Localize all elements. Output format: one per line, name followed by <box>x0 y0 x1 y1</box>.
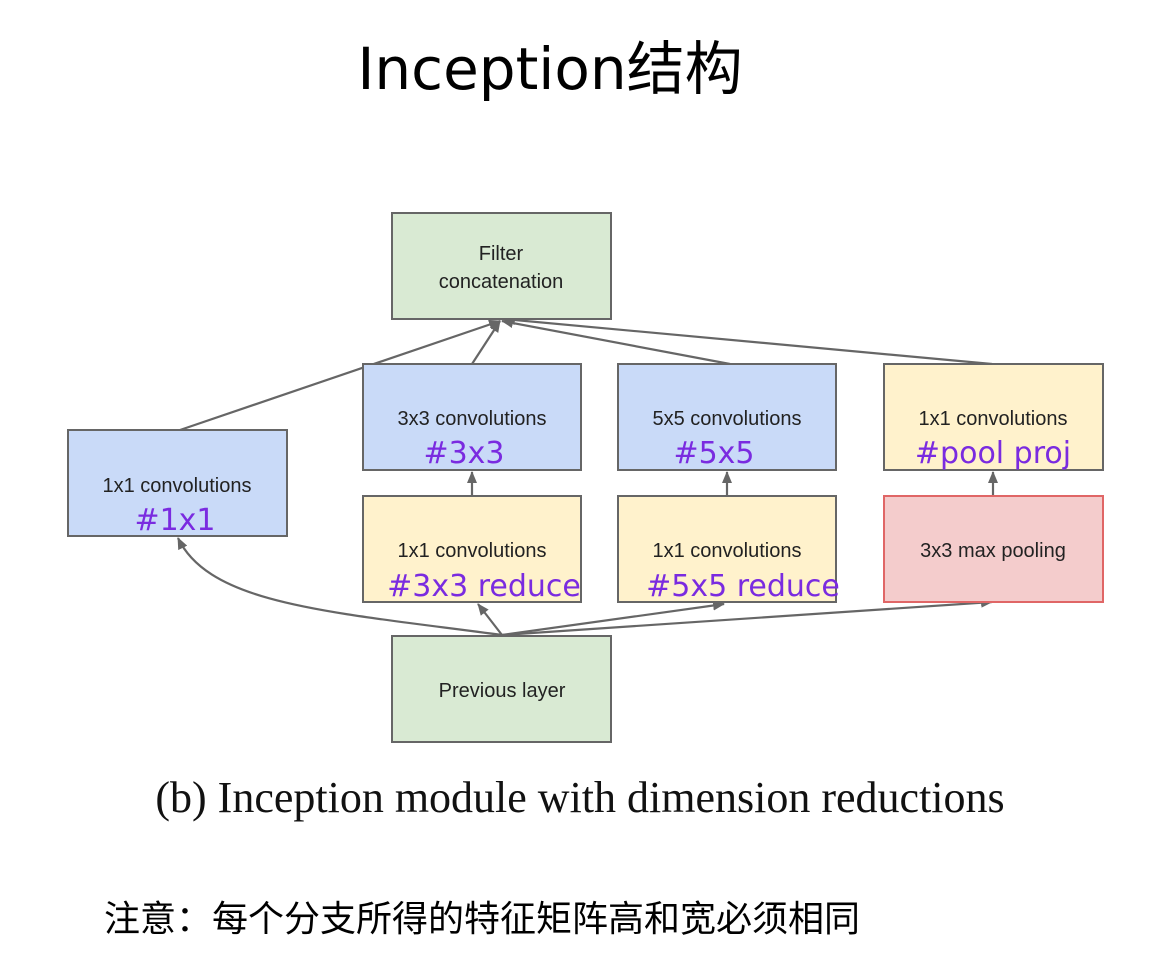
edge-conv5x5-to-concat <box>501 318 731 366</box>
edge-previous-to-reduce3x3 <box>477 603 503 636</box>
edge-previous-to-reduce5x5 <box>501 600 725 637</box>
node-label: 1x1 convolutions <box>653 540 802 562</box>
node-previous-layer: Previous layer <box>391 635 612 743</box>
node-label: Previous layer <box>439 680 566 702</box>
node-annotation: #1x1 <box>134 503 215 538</box>
edges <box>177 315 998 637</box>
node-label: 1x1 convolutions <box>398 540 547 562</box>
figure-caption: (b) Inception module with dimension redu… <box>155 773 1005 822</box>
node-label: 3x3 max pooling <box>920 540 1066 562</box>
node-label-line2: concatenation <box>439 271 564 293</box>
node-reduce3x3: 1x1 convolutions #3x3 reduce <box>362 495 582 604</box>
node-reduce5x5: 1x1 convolutions #5x5 reduce <box>617 495 840 604</box>
node-annotation: #pool proj <box>915 436 1071 471</box>
node-annotation: #3x3 reduce <box>387 569 581 604</box>
node-filter-concatenation: Filter concatenation <box>391 212 612 320</box>
node-annotation: #5x5 <box>673 436 754 471</box>
edge-previous-to-maxpool <box>501 597 993 637</box>
node-label: 1x1 convolutions <box>103 475 252 497</box>
node-conv5x5: 5x5 convolutions #5x5 <box>617 363 837 471</box>
node-conv3x3: 3x3 convolutions #3x3 <box>362 363 582 471</box>
note-text: 注意：每个分支所得的特征矩阵高和宽必须相同 <box>104 899 861 940</box>
edge-poolproj-to-concat <box>503 315 993 366</box>
node-label: 3x3 convolutions <box>398 408 547 430</box>
node-label: 5x5 convolutions <box>653 408 802 430</box>
node-maxpool: 3x3 max pooling <box>883 495 1104 603</box>
node-annotation: #5x5 reduce <box>646 569 840 604</box>
node-label-line1: Filter <box>479 243 524 265</box>
node-conv1x1: 1x1 convolutions #1x1 <box>67 429 288 538</box>
node-pool-proj: 1x1 convolutions #pool proj <box>883 363 1104 471</box>
node-box <box>391 212 612 320</box>
node-label: 1x1 convolutions <box>919 408 1068 430</box>
node-annotation: #3x3 <box>423 436 504 471</box>
edge-conv3x3-to-concat <box>471 320 501 365</box>
